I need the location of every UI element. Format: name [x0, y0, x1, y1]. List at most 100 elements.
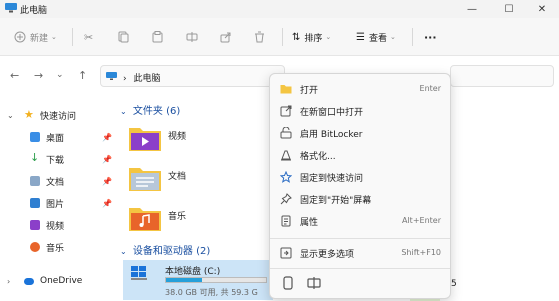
chevron-right-icon[interactable]: › [7, 277, 10, 286]
sidebar-item-desktop[interactable]: 桌面 📌 [0, 126, 118, 148]
sidebar-item-videos[interactable]: 视频 [0, 214, 118, 236]
menu-item-properties[interactable]: 属性 Alt+Enter [274, 210, 447, 232]
view-label: 查看 [368, 33, 387, 44]
drive-usage-bar [165, 277, 267, 283]
document-folder-icon[interactable] [128, 164, 162, 192]
delete-button[interactable] [254, 28, 265, 46]
view-icon: ☰ [356, 31, 365, 43]
open-folder-icon [280, 85, 292, 94]
paste-button[interactable] [152, 28, 163, 46]
minimize-button[interactable]: — [455, 0, 489, 18]
drive-item-c[interactable]: 本地磁盘 (C:) 38.0 GB 可用, 共 59.3 G [123, 260, 273, 300]
bitlocker-icon [280, 127, 292, 139]
cut-button[interactable]: ✂ [84, 28, 93, 46]
new-label: 新建 [30, 33, 49, 44]
maximize-button[interactable]: ☐ [492, 0, 526, 18]
up-arrow-icon[interactable]: ↑ [78, 69, 87, 82]
copy-icon [118, 31, 129, 43]
sidebar-item-quick-access[interactable]: ⌄ ★ 快速访问 [0, 104, 118, 126]
sidebar-item-downloads[interactable]: ↓ 下载 📌 [0, 148, 118, 170]
paste-icon [152, 31, 163, 43]
chevron-down-icon[interactable]: ⌄ [7, 111, 14, 120]
cloud-icon [24, 278, 34, 285]
close-button[interactable]: ✕ [525, 0, 559, 18]
pin-icon [280, 193, 292, 205]
sort-button[interactable]: ⇅ 排序 ⌄ [292, 28, 331, 46]
new-window-icon [280, 105, 292, 117]
search-input[interactable] [450, 65, 554, 87]
folder-label-videos[interactable]: 视频 [168, 129, 186, 142]
chevron-down-icon: ⌄ [120, 107, 127, 116]
new-icon [14, 31, 26, 43]
sidebar-item-label: OneDrive [40, 276, 83, 286]
properties-icon [281, 215, 291, 227]
sort-icon: ⇅ [292, 31, 301, 43]
rename-icon [186, 32, 198, 42]
title-bar: 此电脑 — ☐ ✕ [0, 0, 559, 18]
menu-item-bitlocker[interactable]: 启用 BitLocker [274, 122, 447, 144]
rename-icon[interactable] [305, 274, 323, 292]
sidebar-item-label: 文档 [46, 177, 65, 188]
folder-label-music[interactable]: 音乐 [168, 209, 186, 222]
pin-icon: 📌 [102, 176, 112, 186]
menu-divider [270, 238, 450, 239]
menu-item-pin-start[interactable]: 固定到"开始"屏幕 [274, 188, 447, 210]
menu-item-open[interactable]: 打开 Enter [274, 78, 447, 100]
context-menu: 打开 Enter 在新窗口中打开 启用 BitLocker 格式化... 固定到… [269, 73, 451, 299]
music-folder-icon[interactable] [128, 204, 162, 232]
video-folder-icon[interactable] [128, 124, 162, 152]
sidebar-item-music[interactable]: 音乐 [0, 236, 118, 258]
view-button[interactable]: ☰ 查看 ⌄ [356, 28, 396, 46]
sort-label: 排序 [304, 33, 323, 44]
new-button[interactable]: 新建 ⌄ [14, 28, 57, 46]
format-icon [281, 150, 291, 161]
download-icon: ↓ [30, 151, 40, 164]
command-bar: 新建 ⌄ ✂ ⇅ 排序 ⌄ ☰ 查看 ⌄ ··· [0, 18, 559, 56]
menu-item-pin-quick-access[interactable]: 固定到快速访问 [274, 166, 447, 188]
more-button[interactable]: ··· [424, 28, 437, 46]
star-icon [280, 171, 292, 183]
copy-icon[interactable] [279, 274, 297, 292]
copy-button[interactable] [118, 28, 129, 46]
drives-group-header[interactable]: ⌄ 设备和驱动器 (2) [120, 242, 210, 257]
chevron-down-icon: ⌄ [325, 33, 332, 41]
address-bar[interactable]: › 此电脑 [100, 65, 285, 87]
rename-button[interactable] [186, 28, 198, 46]
sidebar-item-label: 视频 [46, 221, 65, 232]
pin-icon: 📌 [102, 198, 112, 208]
drive-free-space: 38.0 GB 可用, 共 59.3 G [165, 288, 258, 297]
more-icon: ··· [424, 30, 437, 44]
scissors-icon: ✂ [84, 30, 94, 44]
navigation-pane: ⌄ ★ 快速访问 桌面 📌 ↓ 下载 📌 文档 📌 图片 📌 视频 音乐 › O… [0, 96, 118, 301]
sidebar-item-documents[interactable]: 文档 📌 [0, 170, 118, 192]
menu-divider [270, 268, 450, 269]
folders-group-header[interactable]: ⌄ 文件夹 (6) [120, 102, 180, 117]
back-arrow-icon[interactable]: ← [10, 69, 19, 82]
sidebar-item-label: 快速访问 [40, 111, 77, 122]
chevron-down-icon: ⌄ [389, 33, 396, 41]
share-button[interactable] [220, 28, 232, 46]
trash-icon [255, 31, 264, 43]
picture-icon [30, 198, 40, 208]
menu-item-show-more-options[interactable]: 显示更多选项 Shift+F10 [274, 242, 447, 264]
recent-chevron-icon[interactable]: ⌄ [56, 70, 64, 80]
breadcrumb-separator: › [123, 74, 127, 84]
sidebar-item-onedrive[interactable]: › OneDrive [0, 270, 118, 292]
breadcrumb-item-this-pc[interactable]: 此电脑 [133, 74, 160, 84]
chevron-down-icon: ⌄ [51, 33, 57, 41]
toolbar-divider [72, 28, 73, 46]
sidebar-item-pictures[interactable]: 图片 📌 [0, 192, 118, 214]
sidebar-item-label: 桌面 [46, 133, 65, 144]
music-icon [30, 242, 40, 252]
star-icon: ★ [24, 108, 34, 121]
pin-icon: 📌 [102, 132, 112, 142]
folder-label-documents[interactable]: 文档 [168, 169, 186, 182]
sidebar-item-label: 音乐 [46, 243, 65, 254]
menu-item-format[interactable]: 格式化... [274, 144, 447, 166]
drive-usage-fill [166, 278, 202, 282]
menu-item-open-new-window[interactable]: 在新窗口中打开 [274, 100, 447, 122]
document-icon [30, 176, 40, 186]
forward-arrow-icon[interactable]: → [34, 69, 43, 82]
drive-label: 本地磁盘 (C:) [165, 267, 221, 277]
computer-icon [5, 3, 17, 13]
